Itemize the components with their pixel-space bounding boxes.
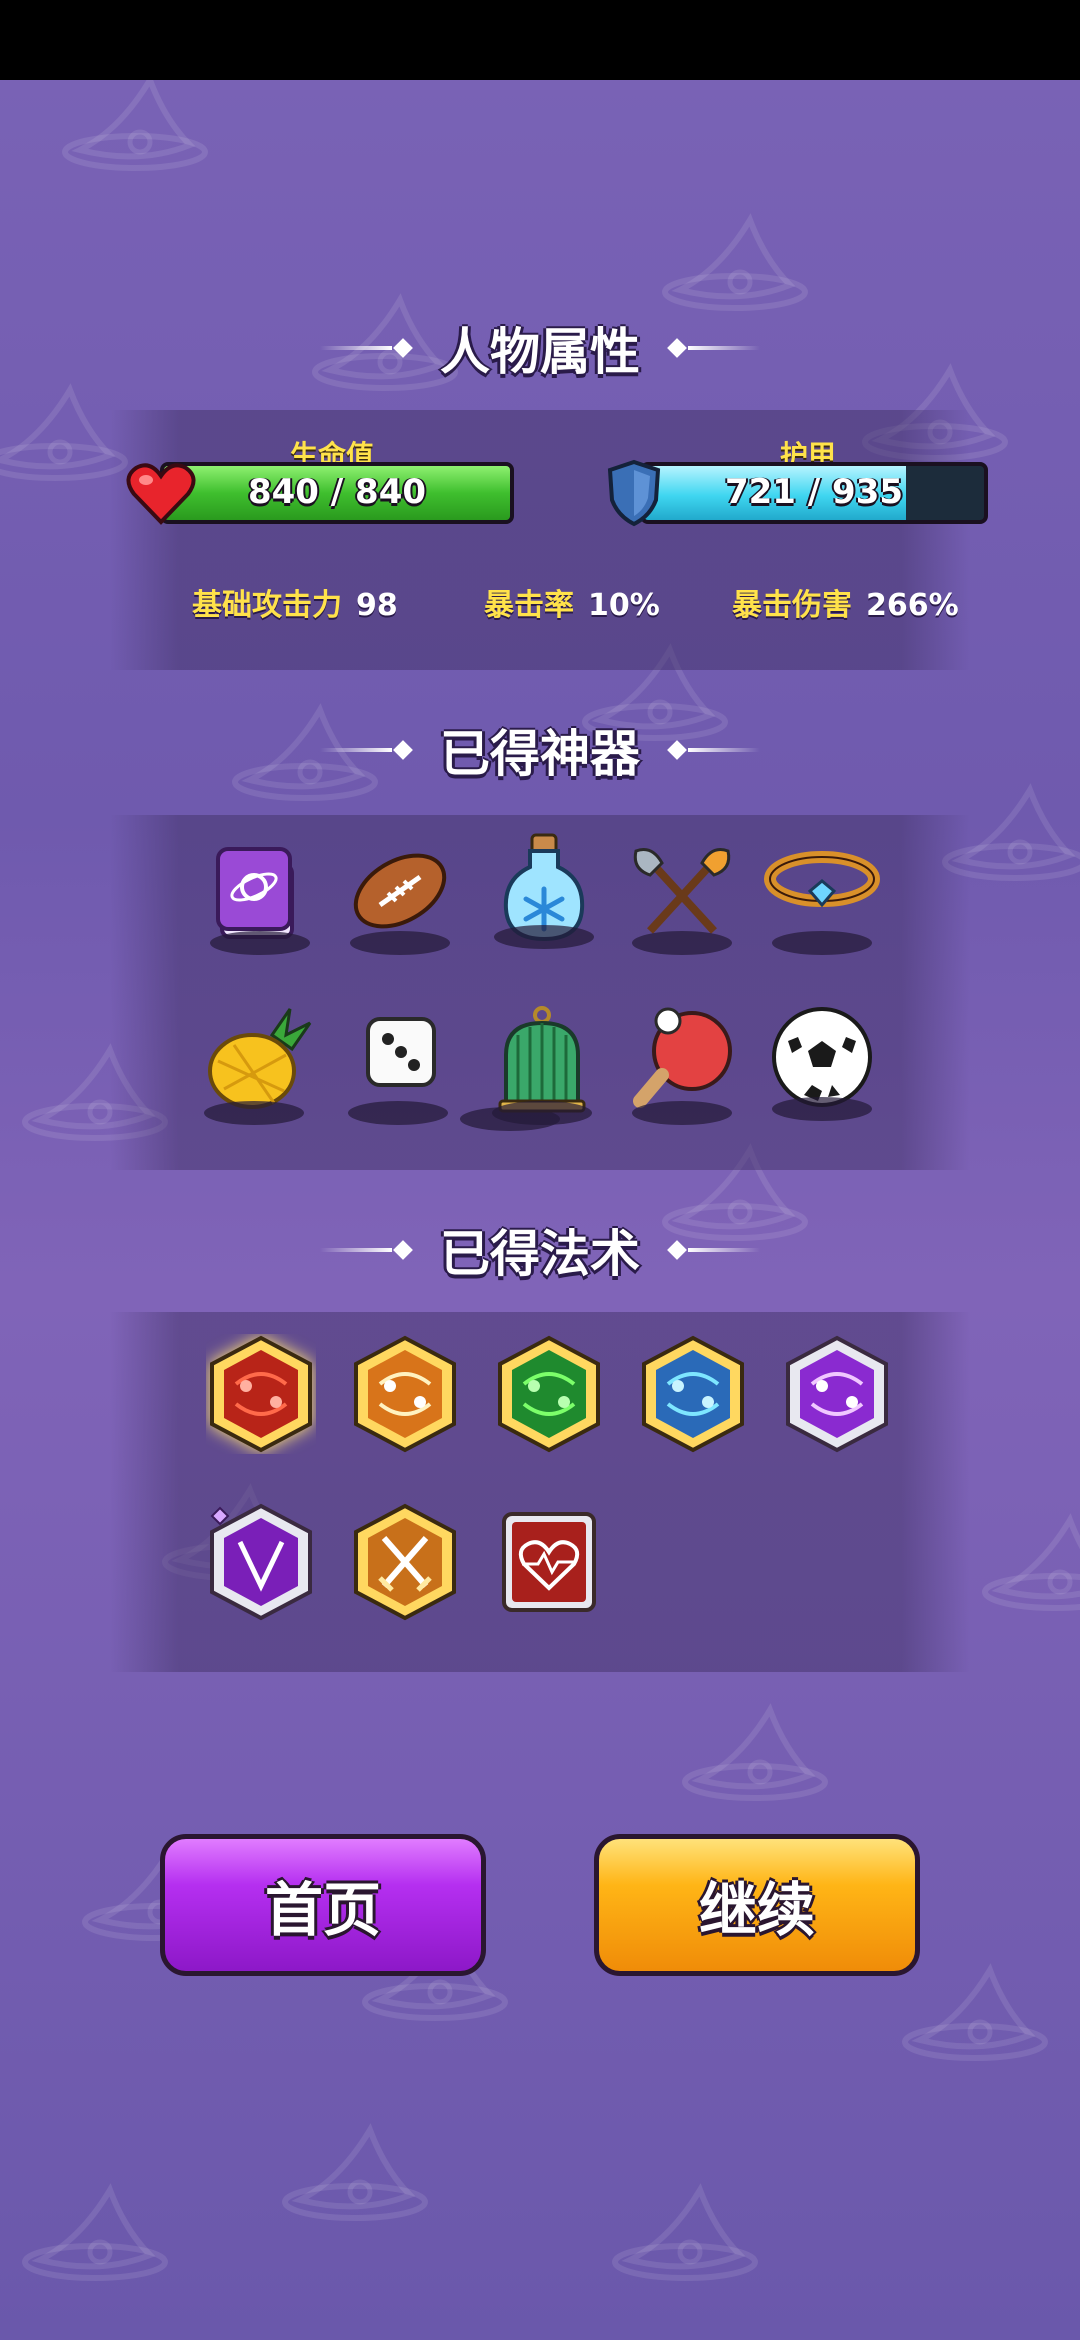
red-orbit-spell-icon[interactable] bbox=[206, 1334, 316, 1454]
blue-orbit-spell-icon[interactable] bbox=[638, 1334, 748, 1454]
stat-crit-damage: 暴击伤害 266% bbox=[732, 580, 959, 624]
spells-title: 已得法术 bbox=[440, 1225, 640, 1283]
orange-orbit-spell-icon[interactable] bbox=[350, 1334, 460, 1454]
shield-icon bbox=[607, 459, 661, 527]
armor-value: 721 / 935 bbox=[724, 472, 904, 512]
spells-panel bbox=[110, 1312, 970, 1672]
title-decoration-right bbox=[688, 748, 760, 752]
snowflake-potion-icon[interactable] bbox=[484, 829, 604, 949]
stat-label: 基础攻击力 bbox=[192, 588, 342, 623]
stat-value: 10% bbox=[588, 588, 660, 623]
attributes-panel: 生命值 840 / 840 护甲 721 / 935 基础攻击力 98 暴击率 10… bbox=[110, 410, 988, 670]
pineapple-icon[interactable] bbox=[194, 1005, 314, 1125]
heart-icon bbox=[126, 463, 196, 525]
purple-v-spell-icon[interactable] bbox=[206, 1502, 316, 1622]
title-decoration-right bbox=[688, 1248, 760, 1252]
home-button[interactable]: 首页 bbox=[160, 1834, 486, 1976]
title-decoration-right bbox=[688, 346, 760, 350]
stat-label: 暴击率 bbox=[484, 588, 574, 623]
purple-book-icon[interactable] bbox=[200, 835, 320, 955]
purple-orbit-spell-icon[interactable] bbox=[782, 1334, 892, 1454]
ping-pong-paddle-icon[interactable] bbox=[622, 1005, 742, 1125]
stat-value: 98 bbox=[356, 588, 398, 623]
stat-base-attack: 基础攻击力 98 bbox=[192, 580, 398, 624]
soccer-ball-icon[interactable] bbox=[762, 1001, 882, 1121]
stat-value: 266% bbox=[866, 588, 959, 623]
artifacts-title: 已得神器 bbox=[440, 725, 640, 783]
attributes-title: 人物属性 bbox=[440, 323, 640, 381]
dice-icon[interactable] bbox=[338, 1005, 458, 1125]
stat-label: 暴击伤害 bbox=[732, 588, 852, 623]
crossed-swords-spell-icon[interactable] bbox=[350, 1502, 460, 1622]
hp-value: 840 / 840 bbox=[247, 472, 427, 512]
football-icon[interactable] bbox=[340, 835, 460, 955]
gem-ring-icon[interactable] bbox=[762, 835, 882, 955]
crossed-axes-icon[interactable] bbox=[622, 835, 742, 955]
continue-button[interactable]: 继续 bbox=[594, 1834, 920, 1976]
artifacts-panel bbox=[110, 815, 970, 1170]
armor-bar: 721 / 935 bbox=[640, 462, 988, 524]
status-bar bbox=[0, 0, 1080, 80]
green-orbit-spell-icon[interactable] bbox=[494, 1334, 604, 1454]
stat-crit-rate: 暴击率 10% bbox=[484, 580, 660, 624]
birdcage-icon[interactable] bbox=[482, 1005, 602, 1125]
hp-bar: 840 / 840 bbox=[160, 462, 514, 524]
heartbeat-spell-icon[interactable] bbox=[494, 1508, 604, 1628]
